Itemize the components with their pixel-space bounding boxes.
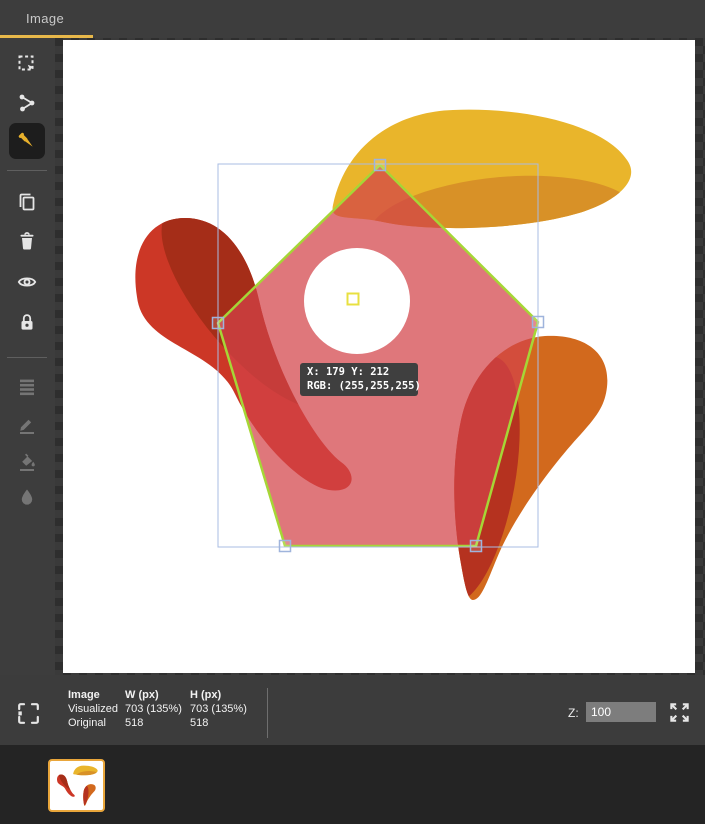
handle-top[interactable] — [373, 158, 387, 172]
draw-tool[interactable] — [17, 415, 37, 435]
image-size-table: Image W (px) H (px) Visualized 703 (135%… — [68, 689, 280, 731]
rail-divider — [7, 357, 47, 358]
share-tool[interactable] — [17, 93, 37, 113]
pixel-info-tooltip: X: 179 Y: 212 RGB: (255,255,255) — [300, 363, 421, 396]
color-picker-tool[interactable] — [17, 131, 37, 151]
duplicate-tool[interactable] — [17, 192, 37, 212]
handle-left[interactable] — [211, 316, 225, 330]
row-original-width: 518 — [125, 717, 144, 729]
row-original-label: Original — [68, 717, 106, 729]
header-bar: Image — [0, 0, 705, 38]
handle-bottom-right[interactable] — [469, 539, 483, 553]
row-visualized-label: Visualized — [68, 703, 118, 715]
rail-divider — [7, 170, 47, 171]
lock-icon — [21, 314, 33, 330]
eye-icon — [17, 277, 37, 287]
tooltip-position: X: 179 Y: 212 — [307, 366, 390, 378]
circle-shape[interactable] — [304, 248, 410, 354]
lock-tool[interactable] — [17, 312, 37, 332]
fullscreen-button[interactable] — [668, 701, 691, 724]
row-visualized-width: 703 (135%) — [125, 703, 182, 715]
zoom-input[interactable] — [586, 702, 656, 722]
col-header-image: Image — [68, 689, 100, 701]
handle-bottom-left[interactable] — [278, 539, 292, 553]
copy-icon — [19, 193, 35, 211]
layers-tool[interactable] — [17, 377, 37, 397]
tab-image[interactable]: Image — [0, 0, 93, 38]
image-thumbnail[interactable] — [48, 759, 105, 812]
thumbnail-panel — [0, 745, 705, 824]
delete-tool[interactable] — [17, 231, 37, 251]
zoom-label: Z: — [568, 706, 579, 720]
image-canvas[interactable]: X: 179 Y: 212 RGB: (255,255,255) — [63, 40, 695, 673]
workspace: X: 179 Y: 212 RGB: (255,255,255) — [55, 38, 705, 675]
pencil-icon — [20, 419, 34, 434]
eyedropper-icon — [18, 132, 33, 147]
visibility-tool[interactable] — [17, 272, 37, 292]
tooltip-rgb: RGB: (255,255,255) — [307, 380, 421, 392]
col-header-width: W (px) — [125, 689, 159, 701]
marquee-select-icon — [18, 55, 34, 71]
fit-view-icon — [18, 703, 39, 724]
droplet-icon — [21, 489, 33, 505]
layers-icon — [20, 379, 34, 396]
handle-right[interactable] — [531, 315, 545, 329]
status-divider — [267, 688, 268, 738]
trash-icon — [20, 232, 34, 250]
select-tool[interactable] — [17, 54, 37, 74]
paint-bucket-icon — [20, 453, 35, 471]
thumbnail-artwork — [53, 764, 100, 807]
fullscreen-icon — [670, 703, 689, 722]
tool-rail — [0, 38, 55, 675]
share-icon — [19, 94, 35, 112]
blur-tool[interactable] — [17, 487, 37, 507]
canvas-artwork — [135, 109, 632, 600]
fit-view-button[interactable] — [16, 701, 40, 725]
tab-image-label: Image — [26, 11, 65, 26]
image-editor-window: { "header": { "tab_label": "Image", "acc… — [0, 0, 705, 824]
fill-tool[interactable] — [17, 452, 37, 472]
